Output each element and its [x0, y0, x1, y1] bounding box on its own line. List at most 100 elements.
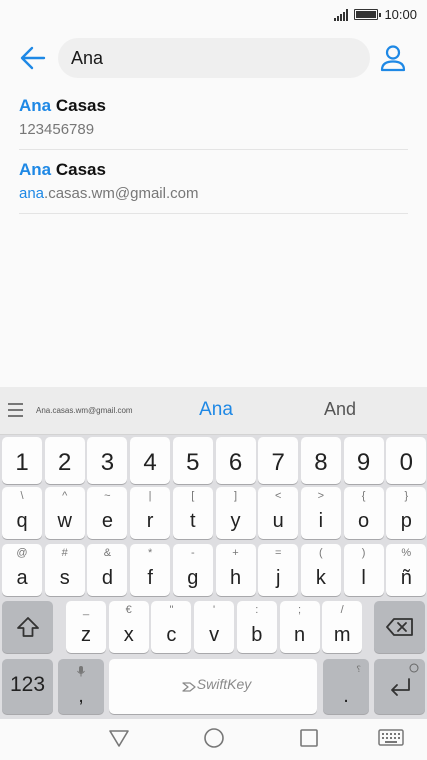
key-alt-label: % [401, 547, 412, 559]
key-label: l [361, 567, 366, 589]
key-label: h [229, 567, 242, 589]
key-q[interactable]: \ q [2, 487, 42, 539]
signal-icon [334, 8, 349, 21]
key-z[interactable]: _ z [66, 601, 106, 653]
shift-key[interactable] [2, 601, 53, 653]
key-label: k [315, 567, 326, 589]
square-recents-icon [300, 729, 318, 747]
comma-key[interactable]: , [58, 659, 104, 714]
key-label: w [57, 510, 72, 532]
keyboard-toggle-button[interactable] [378, 728, 404, 753]
key-a[interactable]: @ a [2, 544, 42, 596]
key-t[interactable]: [t [172, 487, 213, 539]
period-label: . [343, 685, 349, 707]
suggestion-right[interactable]: And [300, 399, 380, 420]
emoji-hint-icon: ⸮ [356, 664, 361, 674]
key-alt-label: & [103, 547, 112, 559]
back-button[interactable] [18, 44, 48, 72]
key-x[interactable]: € x [108, 601, 149, 653]
menu-icon[interactable] [8, 403, 23, 417]
suggestion-middle[interactable]: Ana [176, 399, 256, 421]
backspace-key[interactable] [374, 601, 425, 653]
key-0[interactable]: 0 [386, 437, 427, 484]
key-f[interactable]: * f [130, 544, 171, 596]
list-item[interactable]: Ana Casas ana.casas.wm@gmail.com [19, 150, 408, 214]
key-label: m [333, 624, 351, 646]
key-label: g [187, 567, 199, 589]
person-icon [380, 45, 406, 72]
key-o[interactable]: {o [343, 487, 384, 539]
key-d[interactable]: & d [87, 544, 128, 596]
key-l[interactable]: ) l [343, 544, 384, 596]
key-u[interactable]: < u [258, 487, 299, 539]
key-2[interactable]: 2 [44, 437, 85, 484]
battery-icon [354, 9, 382, 20]
key-label: u [272, 510, 284, 532]
key-3[interactable]: 3 [87, 437, 128, 484]
key-label: a [16, 567, 28, 589]
suggestion-left[interactable]: Ana.casas.wm@gmail.com [36, 406, 133, 415]
status-indicators: 10:00 [334, 7, 417, 22]
key-label: 0 [399, 449, 413, 476]
key-i[interactable]: > i [300, 487, 341, 539]
back-arrow-icon [20, 46, 46, 70]
status-bar: 10:00 [0, 0, 427, 30]
enter-icon [390, 677, 410, 696]
back-nav-button[interactable] [108, 727, 130, 754]
key-8[interactable]: 8 [300, 437, 341, 484]
key-m[interactable]: / m [322, 601, 363, 653]
key-c[interactable]: " c [151, 601, 192, 653]
key-label: p [400, 510, 412, 532]
key-1[interactable]: 1 [2, 437, 42, 484]
key-label: v [209, 624, 220, 646]
microphone-icon [77, 666, 85, 677]
list-item[interactable]: Ana Casas 123456789 [19, 86, 408, 150]
key-alt-label: } [404, 490, 409, 502]
comma-label: , [78, 685, 84, 707]
key-alt-label: ^ [62, 490, 68, 502]
key-label: d [101, 567, 113, 589]
key-r[interactable]: | r [130, 487, 171, 539]
key-label: o [358, 510, 370, 532]
key-label: j [275, 567, 281, 589]
key-v[interactable]: ' v [194, 601, 235, 653]
key-label: x [123, 624, 134, 646]
home-button[interactable] [203, 727, 225, 754]
key-k[interactable]: (k [300, 544, 341, 596]
key-s[interactable]: # s [44, 544, 85, 596]
key-b[interactable]: :b [236, 601, 277, 653]
key-h[interactable]: + h [215, 544, 256, 596]
key-j[interactable]: = j [258, 544, 299, 596]
key-n[interactable]: ; n [279, 601, 320, 653]
key-y[interactable]: ] y [215, 487, 256, 539]
key-label: c [166, 624, 177, 646]
key-alt-label: { [361, 490, 366, 502]
key-label: y [230, 510, 241, 532]
space-bar[interactable]: SwiftKey [109, 659, 317, 714]
key-label: s [59, 567, 70, 589]
key-6[interactable]: 6 [215, 437, 256, 484]
enter-key[interactable] [374, 659, 425, 714]
symbols-key[interactable]: 123 [2, 659, 53, 714]
key-alt-label: ; [297, 604, 302, 616]
key-e[interactable]: ~ e [87, 487, 128, 539]
key-w[interactable]: ^ w [44, 487, 85, 539]
key-label: t [190, 510, 196, 532]
key-alt-label: ~ [104, 490, 111, 502]
key-label: n [293, 624, 306, 646]
key-5[interactable]: 5 [172, 437, 213, 484]
recents-button[interactable] [298, 727, 320, 754]
key-9[interactable]: 9 [343, 437, 384, 484]
search-input[interactable]: Ana [58, 38, 370, 78]
key-7[interactable]: 7 [258, 437, 299, 484]
period-key[interactable]: ⸮. [323, 659, 369, 714]
key-ñ[interactable]: % ñ [386, 544, 427, 596]
contact-button[interactable] [379, 43, 407, 73]
key-alt-label: [ [191, 490, 195, 502]
key-alt-label: ) [361, 547, 366, 559]
key-alt-label: ] [233, 490, 238, 502]
key-g[interactable]: -g [172, 544, 213, 596]
key-4[interactable]: 4 [130, 437, 171, 484]
triangle-back-icon [109, 730, 129, 747]
key-p[interactable]: } p [386, 487, 427, 539]
